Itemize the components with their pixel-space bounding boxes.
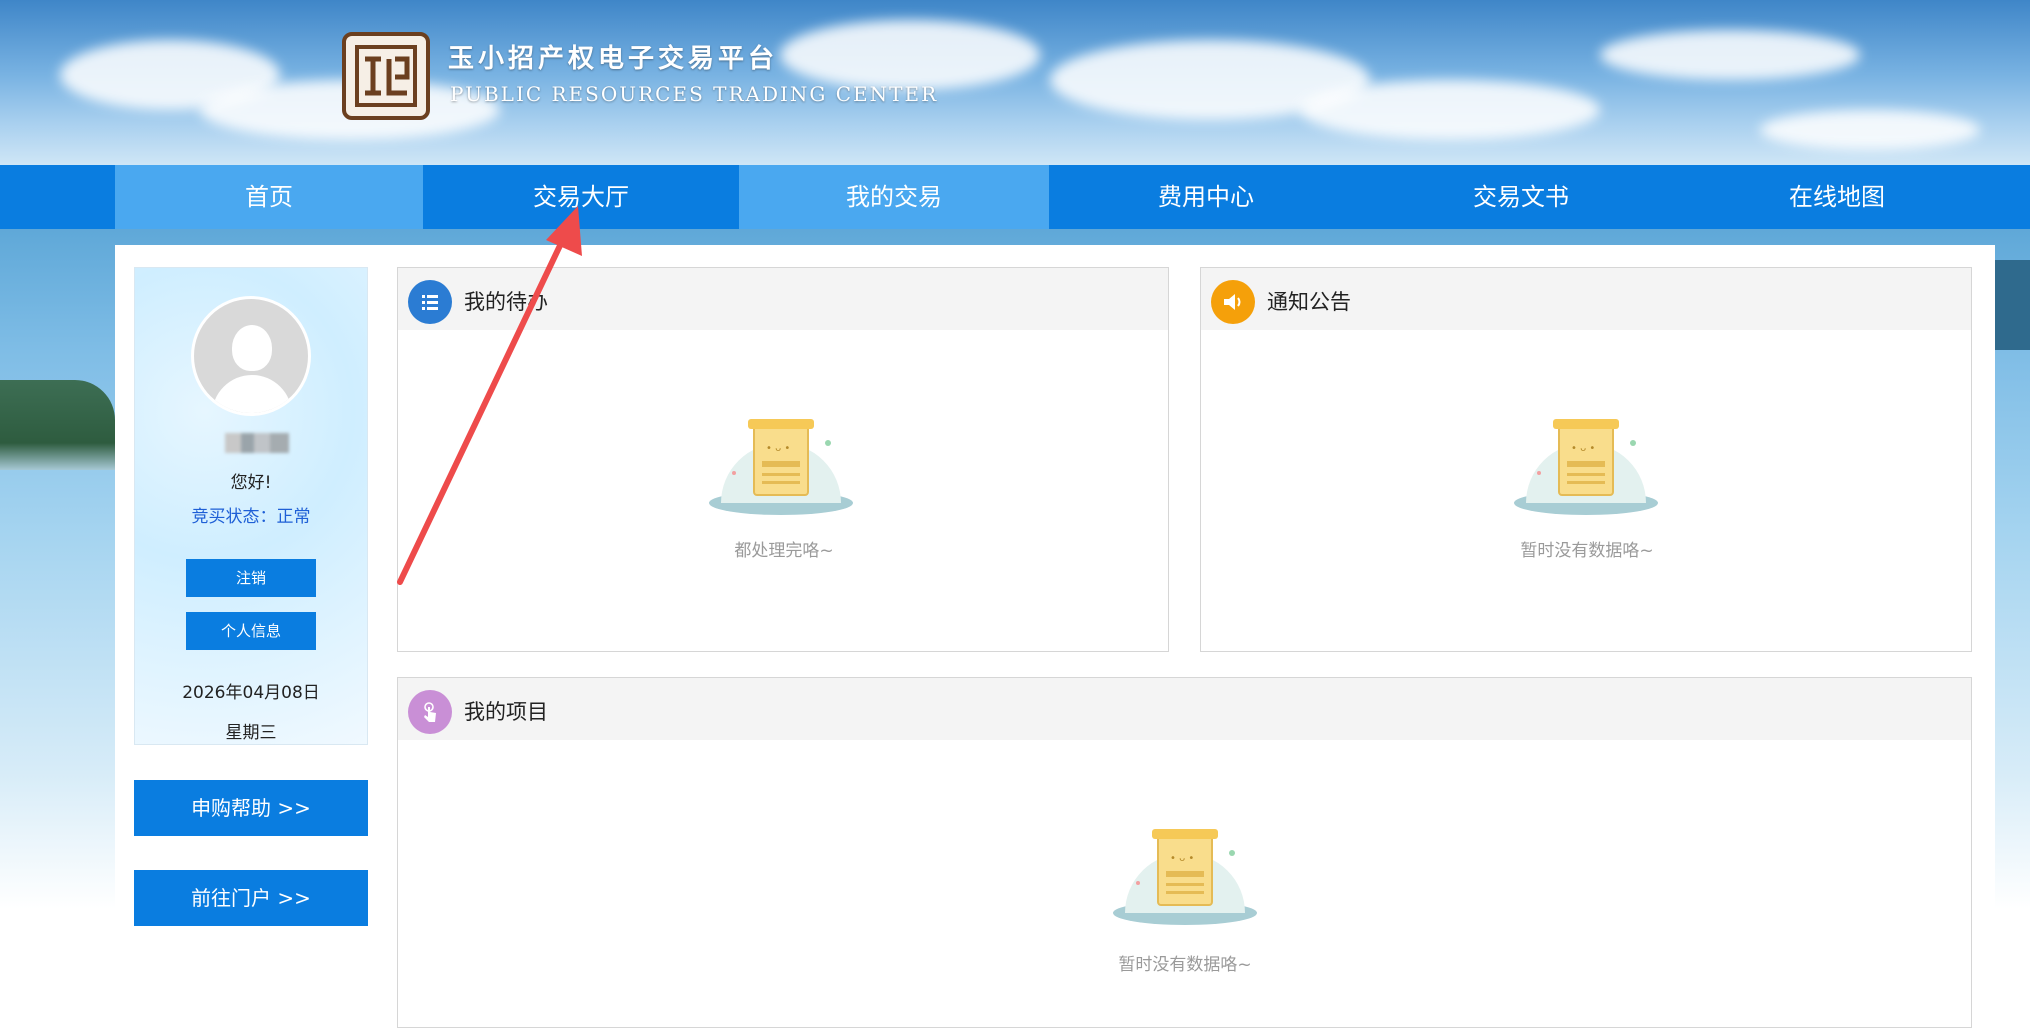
svg-text:• ᴗ •: • ᴗ • xyxy=(1571,443,1595,454)
todo-panel-title: 我的待办 xyxy=(464,290,548,314)
notice-empty-text: 暂时没有数据咯~ xyxy=(1520,541,1654,561)
current-date: 2026年04月08日 xyxy=(182,683,320,703)
logo-icon xyxy=(342,32,430,120)
nav-trading-hall[interactable]: 交易大厅 xyxy=(423,165,739,229)
site-subtitle: PUBLIC RESOURCES TRADING CENTER xyxy=(450,82,939,106)
greeting-text: 您好! xyxy=(230,473,272,493)
nav-documents[interactable]: 交易文书 xyxy=(1363,165,1679,229)
empty-document-icon: • ᴗ • xyxy=(706,403,856,523)
username-blurred xyxy=(225,433,289,453)
speaker-icon xyxy=(1211,280,1255,324)
todo-panel-header: 我的待办 xyxy=(398,268,1168,330)
nav-home[interactable]: 首页 xyxy=(115,165,423,229)
empty-document-icon: • ᴗ • xyxy=(1110,813,1260,933)
profile-button[interactable]: 个人信息 xyxy=(186,612,316,650)
svg-text:• ᴗ •: • ᴗ • xyxy=(1170,853,1194,864)
main-nav: 首页 交易大厅 我的交易 费用中心 交易文书 在线地图 xyxy=(0,165,2030,229)
projects-panel-title: 我的项目 xyxy=(464,700,548,724)
touch-icon xyxy=(408,690,452,734)
site-header: 玉小招产权电子交易平台 PUBLIC RESOURCES TRADING CEN… xyxy=(0,0,2030,165)
nav-fee-center[interactable]: 费用中心 xyxy=(1049,165,1363,229)
todo-empty-text: 都处理完咯~ xyxy=(734,541,834,561)
purchase-help-button[interactable]: 申购帮助 >> xyxy=(134,780,368,836)
user-card: 您好! 竞买状态：正常 注销 个人信息 2026年04月08日 星期三 xyxy=(134,267,368,745)
logout-button[interactable]: 注销 xyxy=(186,559,316,597)
site-title: 玉小招产权电子交易平台 xyxy=(448,44,779,74)
projects-panel-header: 我的项目 xyxy=(398,678,1971,740)
notice-panel-title: 通知公告 xyxy=(1267,290,1351,314)
nav-online-map[interactable]: 在线地图 xyxy=(1679,165,1995,229)
list-icon xyxy=(408,280,452,324)
background-island-right xyxy=(1990,260,2030,350)
nav-my-trades[interactable]: 我的交易 xyxy=(739,165,1049,229)
notice-panel: 通知公告 • ᴗ • 暂时没有数据咯~ xyxy=(1200,267,1972,652)
bidding-status: 竞买状态：正常 xyxy=(191,507,311,527)
notice-panel-header: 通知公告 xyxy=(1201,268,1971,330)
svg-text:• ᴗ •: • ᴗ • xyxy=(766,443,790,454)
projects-empty-text: 暂时没有数据咯~ xyxy=(1118,955,1252,975)
background-island xyxy=(0,380,115,470)
avatar xyxy=(191,296,311,416)
current-weekday: 星期三 xyxy=(225,723,277,743)
portal-button[interactable]: 前往门户 >> xyxy=(134,870,368,926)
projects-panel: 我的项目 • ᴗ • 暂时没有数据咯~ xyxy=(397,677,1972,1028)
todo-panel: 我的待办 • ᴗ • 都处理完咯~ xyxy=(397,267,1169,652)
empty-document-icon: • ᴗ • xyxy=(1511,403,1661,523)
